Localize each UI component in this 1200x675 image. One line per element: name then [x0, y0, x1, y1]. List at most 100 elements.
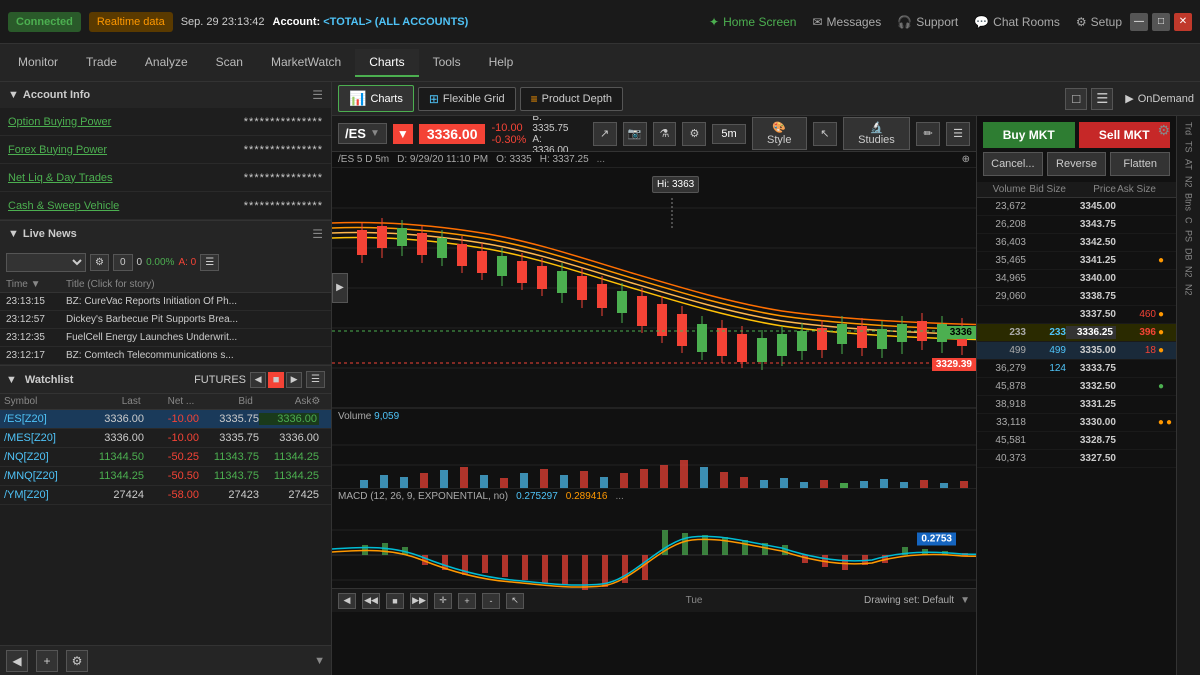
share-btn[interactable]: ↗ [593, 122, 617, 146]
minimize-button[interactable]: — [1130, 13, 1148, 31]
ob-row-3340[interactable]: 34,965 3340.00 [977, 270, 1176, 288]
ob-row-3345[interactable]: 23,672 3345.00 [977, 198, 1176, 216]
ob-row-3335[interactable]: 499 499 3335.00 18 ● [977, 342, 1176, 360]
news-filter-select[interactable] [6, 253, 86, 272]
netliq-label[interactable]: Net Liq & Day Trades [8, 172, 244, 184]
sidebar-add-btn[interactable]: + [36, 650, 58, 672]
sp-n2-1[interactable]: N2 [1182, 174, 1196, 190]
wl-next-btn[interactable]: ▶ [286, 372, 302, 388]
sp-at[interactable]: AT [1182, 157, 1196, 172]
cash-label[interactable]: Cash & Sweep Vehicle [8, 200, 244, 212]
draw-btn[interactable]: ✏ [916, 122, 940, 146]
wl-row-ym[interactable]: /YM[Z20] 27424 -58.00 27423 27425 [0, 486, 331, 505]
sidebar-settings-btn[interactable]: ⚙ [66, 650, 88, 672]
news-col-title[interactable]: Title (Click for story) [66, 279, 325, 290]
nav-setup[interactable]: ⚙ Setup [1076, 15, 1122, 29]
expand-left-btn[interactable]: ▶ [332, 273, 348, 303]
ob-row-3337[interactable]: 3337.50 460 ● [977, 306, 1176, 324]
macd-value1: 0.275297 [516, 491, 558, 502]
sp-ps[interactable]: PS [1182, 228, 1196, 244]
flask-btn[interactable]: ⚗ [653, 122, 677, 146]
wl-row-mnq[interactable]: /MNQ[Z20] 11344.25 -50.50 11343.75 11344… [0, 467, 331, 486]
reverse-button[interactable]: Reverse [1047, 152, 1107, 176]
cancel-button[interactable]: Cancel... [983, 152, 1043, 176]
news-list-btn[interactable]: ☰ [200, 254, 219, 271]
account-info-header[interactable]: ▼ Account Info ☰ [0, 82, 331, 108]
volume-panel[interactable]: Volume 9,059 50,000 25,000 [332, 408, 976, 488]
ob-row-3341[interactable]: 35,465 3341.25 ● [977, 252, 1176, 270]
wl-settings-btn[interactable]: ☰ [306, 371, 325, 388]
cursor-btn[interactable]: ↖ [813, 122, 837, 146]
flexible-grid-tab[interactable]: ⊞ Flexible Grid [418, 87, 516, 111]
ob-gear-button[interactable]: ⚙ [1157, 122, 1170, 139]
sell-mkt-button[interactable]: Sell MKT [1079, 122, 1171, 148]
chart-settings-btn[interactable]: ⚙ [682, 122, 706, 146]
news-row-1[interactable]: 23:13:15 BZ: CureVac Reports Initiation … [0, 293, 331, 311]
nav-tools[interactable]: Tools [419, 49, 475, 77]
ob-row-3343[interactable]: 26,208 3343.75 [977, 216, 1176, 234]
timeframe-btn[interactable]: 5m [712, 124, 745, 144]
symbol-selector[interactable]: /ES ▼ [338, 123, 387, 144]
nav-support[interactable]: 🎧 Support [897, 15, 958, 29]
buy-mkt-button[interactable]: Buy MKT [983, 122, 1075, 148]
maximize-button[interactable]: □ [1152, 13, 1170, 31]
sidebar-scroll-down[interactable]: ▼ [314, 655, 325, 667]
option-buying-power-label[interactable]: Option Buying Power [8, 116, 244, 128]
ob-row-3336-current[interactable]: 233 233 3336.25 396 ● [977, 324, 1176, 342]
nav-analyze[interactable]: Analyze [131, 49, 202, 77]
nav-chat-rooms[interactable]: 💬 Chat Rooms [974, 15, 1060, 29]
news-settings-icon[interactable]: ☰ [312, 227, 323, 241]
news-filter-btn[interactable]: ⚙ [90, 254, 109, 271]
ob-row-3331[interactable]: 38,918 3331.25 [977, 396, 1176, 414]
ob-row-3338[interactable]: 29,060 3338.75 [977, 288, 1176, 306]
price-down-icon[interactable]: ▼ [393, 124, 413, 144]
ob-row-3332[interactable]: 45,878 3332.50 ● [977, 378, 1176, 396]
nav-home-screen[interactable]: ✦ Home Screen [709, 15, 796, 29]
ob-row-3342[interactable]: 36,403 3342.50 [977, 234, 1176, 252]
macd-panel[interactable]: MACD (12, 26, 9, EXPONENTIAL, no) 0.2752… [332, 488, 976, 588]
sp-n2-2[interactable]: N2 [1182, 264, 1196, 280]
ob-row-3328[interactable]: 45,581 3328.75 [977, 432, 1176, 450]
flatten-button[interactable]: Flatten [1110, 152, 1170, 176]
sp-db[interactable]: DB [1182, 246, 1196, 263]
wl-indicator[interactable]: ■ [268, 372, 284, 388]
news-row-2[interactable]: 23:12:57 Dickey's Barbecue Pit Supports … [0, 311, 331, 329]
sp-n2-3[interactable]: N2 [1182, 282, 1196, 298]
camera-btn[interactable]: 📷 [623, 122, 647, 146]
col-gear[interactable]: ⚙ [311, 396, 327, 407]
wl-row-mes[interactable]: /MES[Z20] 3336.00 -10.00 3335.75 3336.00 [0, 429, 331, 448]
sp-ts[interactable]: TS [1182, 139, 1196, 155]
nav-trade[interactable]: Trade [72, 49, 131, 77]
live-news-header[interactable]: ▼ Live News ☰ [0, 221, 331, 247]
candlestick-panel[interactable]: 3370 3360 3350 3340 3320 [332, 168, 976, 408]
wl-row-nq[interactable]: /NQ[Z20] 11344.50 -50.25 11343.75 11344.… [0, 448, 331, 467]
wl-prev-btn[interactable]: ◀ [250, 372, 266, 388]
nav-help[interactable]: Help [475, 49, 528, 77]
sp-c[interactable]: C [1182, 215, 1196, 226]
product-depth-tab[interactable]: ≡ Product Depth [520, 87, 623, 111]
nav-charts[interactable]: Charts [355, 49, 418, 77]
chart-main: /ES ▼ ▼ 3336.00 -10.00 -0.30% B: 3335.75… [332, 116, 976, 675]
news-row-3[interactable]: 23:12:35 FuelCell Energy Launches Underw… [0, 329, 331, 347]
ob-row-3327[interactable]: 40,373 3327.50 [977, 450, 1176, 468]
nav-messages[interactable]: ✉ Messages [812, 15, 881, 29]
ob-row-3333[interactable]: 36,279 124 3333.75 [977, 360, 1176, 378]
nav-scan[interactable]: Scan [202, 49, 257, 77]
forex-buying-power-label[interactable]: Forex Buying Power [8, 144, 244, 156]
news-row-4[interactable]: 23:12:17 BZ: Comtech Telecommunications … [0, 347, 331, 365]
chart-list-icon[interactable]: ☰ [946, 122, 970, 146]
sp-trd[interactable]: Trd [1182, 120, 1196, 137]
settings-icon[interactable]: ☰ [312, 88, 323, 102]
wl-row-es[interactable]: /ES[Z20] 3336.00 -10.00 3335.75 3336.00 [0, 410, 331, 429]
sidebar-prev-btn[interactable]: ◀ [6, 650, 28, 672]
close-button[interactable]: ✕ [1174, 13, 1192, 31]
style-btn[interactable]: 🎨 Style [752, 117, 807, 150]
nav-marketwatch[interactable]: MarketWatch [257, 49, 355, 77]
ob-row-3330[interactable]: 33,118 3330.00 ● ● [977, 414, 1176, 432]
chart-list-btn[interactable]: ☰ [1091, 88, 1113, 110]
chart-expand-btn[interactable]: □ [1065, 88, 1087, 110]
nav-monitor[interactable]: Monitor [4, 49, 72, 77]
sp-btns[interactable]: Btns [1182, 191, 1196, 213]
charts-tab[interactable]: 📊 Charts [338, 85, 414, 112]
studies-btn[interactable]: 🔬 Studies [843, 117, 910, 150]
